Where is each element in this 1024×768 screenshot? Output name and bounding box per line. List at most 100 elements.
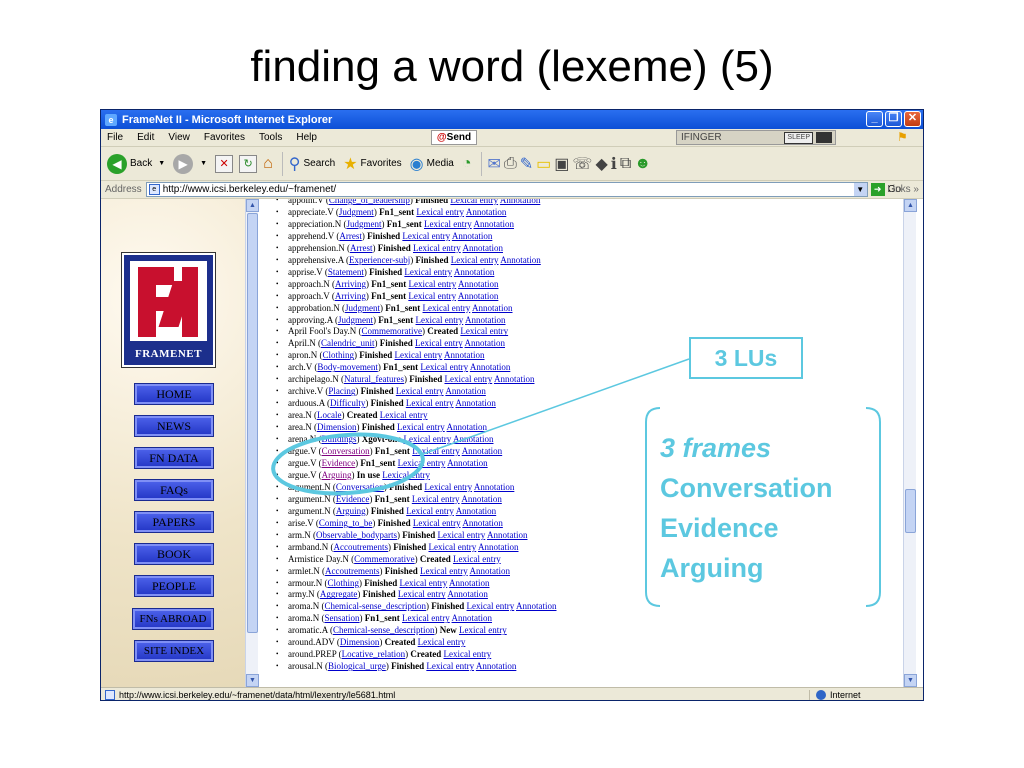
lexical-entry-link[interactable]: Lexical entry bbox=[412, 494, 460, 504]
lexical-entry-link[interactable]: Lexical entry bbox=[429, 542, 477, 552]
lexical-entry-link[interactable]: Lexical entry bbox=[460, 326, 508, 336]
menu-view[interactable]: View bbox=[168, 132, 190, 143]
frame-link[interactable]: Conversation bbox=[336, 482, 384, 492]
frame-link[interactable]: Statement bbox=[328, 267, 364, 277]
lexical-entry-link[interactable]: Lexical entry bbox=[438, 530, 486, 540]
minimize-button[interactable]: _ bbox=[866, 111, 883, 127]
lexical-entry-link[interactable]: Lexical entry bbox=[423, 303, 471, 313]
lexical-entry-link[interactable]: Lexical entry bbox=[413, 518, 461, 528]
frame-link[interactable]: Dimension bbox=[340, 637, 380, 647]
annotation-link[interactable]: Annotation bbox=[466, 207, 507, 217]
annotation-link[interactable]: Annotation bbox=[444, 350, 485, 360]
frame-link[interactable]: Aggregate bbox=[320, 589, 357, 599]
annotation-link[interactable]: Annotation bbox=[452, 231, 493, 241]
edit-icon[interactable]: ✎ bbox=[520, 154, 533, 174]
frame-link[interactable]: Change_of_leadership bbox=[329, 199, 410, 205]
menu-tools[interactable]: Tools bbox=[259, 132, 282, 143]
frame-link[interactable]: Judgment bbox=[339, 207, 374, 217]
frame-link[interactable]: Observable_bodyparts bbox=[316, 530, 397, 540]
history-icon[interactable]: ◔ bbox=[462, 155, 472, 173]
frame-link[interactable]: Evidence bbox=[336, 494, 369, 504]
frame-link[interactable]: Coming_to_be bbox=[319, 518, 373, 528]
lexical-entry-link[interactable]: Lexical entry bbox=[415, 338, 463, 348]
frame-link[interactable]: Commemorative bbox=[362, 326, 423, 336]
lexical-entry-link[interactable]: Lexical entry bbox=[420, 566, 468, 576]
annotation-link[interactable]: Annotation bbox=[461, 494, 502, 504]
frame-link[interactable]: Placing bbox=[328, 386, 355, 396]
lexical-entry-link[interactable]: Lexical entry bbox=[396, 386, 444, 396]
nav-button-people[interactable]: PEOPLE bbox=[134, 575, 214, 597]
annotation-link[interactable]: Annotation bbox=[447, 458, 488, 468]
close-button[interactable]: ✕ bbox=[904, 111, 921, 127]
lexical-entry-link[interactable]: Lexical entry bbox=[395, 350, 443, 360]
frame-link[interactable]: Arrest bbox=[339, 231, 362, 241]
annotation-link[interactable]: Annotation bbox=[456, 506, 497, 516]
annotation-link[interactable]: Annotation bbox=[478, 542, 519, 552]
frame-link[interactable]: Body-movement bbox=[317, 362, 378, 372]
lexical-entry-link[interactable]: Lexical entry bbox=[453, 554, 501, 564]
frame-link[interactable]: Arriving bbox=[335, 291, 366, 301]
frame-link[interactable]: Arrest bbox=[350, 243, 373, 253]
frame-link[interactable]: Chemical-sense_description bbox=[333, 625, 434, 635]
frame-link[interactable]: Arguing bbox=[336, 506, 366, 516]
frame-link[interactable]: Judgment bbox=[345, 303, 380, 313]
frame-link[interactable]: Accoutrements bbox=[334, 542, 388, 552]
annotation-link[interactable]: Annotation bbox=[453, 434, 494, 444]
lexical-entry-link[interactable]: Lexical entry bbox=[412, 446, 460, 456]
frame-link[interactable]: Arguing bbox=[322, 470, 352, 480]
chevron-down-icon[interactable]: ▼ bbox=[853, 183, 867, 196]
lexical-entry-link[interactable]: Lexical entry bbox=[416, 207, 464, 217]
frame-link[interactable]: Locale bbox=[317, 410, 341, 420]
lexical-entry-link[interactable]: Lexical entry bbox=[418, 637, 466, 647]
lexical-entry-link[interactable]: Lexical entry bbox=[406, 398, 454, 408]
nav-button-book[interactable]: BOOK bbox=[134, 543, 214, 565]
frame-link[interactable]: Judgment bbox=[346, 219, 381, 229]
lexical-entry-link[interactable]: Lexical entry bbox=[397, 422, 445, 432]
mail-icon[interactable]: ✉ bbox=[488, 154, 501, 174]
frame-link[interactable]: Clothing bbox=[323, 350, 355, 360]
lexical-entry-link[interactable]: Lexical entry bbox=[450, 199, 498, 205]
lexical-entry-link[interactable]: Lexical entry bbox=[406, 506, 454, 516]
frame-link[interactable]: Evidence bbox=[322, 458, 355, 468]
nav-button-home[interactable]: HOME bbox=[134, 383, 214, 405]
annotation-link[interactable]: Annotation bbox=[462, 518, 503, 528]
lexical-entry-link[interactable]: Lexical entry bbox=[402, 231, 450, 241]
lexical-entry-link[interactable]: Lexical entry bbox=[382, 470, 430, 480]
frame-link[interactable]: Conversation bbox=[322, 446, 370, 456]
ifinger-icon[interactable]: ℹ bbox=[611, 154, 617, 174]
nav-button-site-index[interactable]: SITE INDEX bbox=[134, 640, 214, 662]
lexical-entry-link[interactable]: Lexical entry bbox=[451, 255, 499, 265]
menu-help[interactable]: Help bbox=[296, 132, 317, 143]
links-button[interactable]: Links » bbox=[887, 184, 919, 195]
frame-link[interactable]: Biological_urge bbox=[328, 661, 386, 671]
annotation-link[interactable]: Annotation bbox=[463, 243, 504, 253]
scroll-down-icon[interactable]: ▼ bbox=[904, 674, 917, 687]
ifinger-bar[interactable]: IFINGER SLEEP bbox=[676, 130, 836, 145]
menu-edit[interactable]: Edit bbox=[137, 132, 154, 143]
nav-button-papers[interactable]: PAPERS bbox=[134, 511, 214, 533]
frame-link[interactable]: Commemorative bbox=[354, 554, 415, 564]
folder-icon[interactable]: ▭ bbox=[536, 154, 551, 174]
annotation-link[interactable]: Annotation bbox=[465, 338, 506, 348]
lexical-entry-link[interactable]: Lexical entry bbox=[424, 482, 472, 492]
frame-link[interactable]: Accoutrements bbox=[325, 566, 379, 576]
lexical-entry-link[interactable]: Lexical entry bbox=[402, 613, 450, 623]
frame-link[interactable]: Locative_relation bbox=[342, 649, 405, 659]
right-scrollbar[interactable]: ▲ ▼ bbox=[903, 199, 917, 687]
annotation-link[interactable]: Annotation bbox=[516, 601, 557, 611]
annotation-link[interactable]: Annotation bbox=[500, 255, 541, 265]
discuss-icon[interactable]: ▣ bbox=[554, 154, 569, 174]
annotation-link[interactable]: Annotation bbox=[470, 362, 511, 372]
forward-button[interactable]: ▶ ▼ bbox=[173, 153, 207, 174]
annotation-link[interactable]: Annotation bbox=[500, 199, 541, 205]
menu-favorites[interactable]: Favorites bbox=[204, 132, 245, 143]
media-button[interactable]: ◉ Media bbox=[410, 154, 454, 174]
scroll-thumb[interactable] bbox=[247, 213, 258, 633]
annotation-link[interactable]: Annotation bbox=[472, 303, 513, 313]
frame-link[interactable]: Sensation bbox=[325, 613, 360, 623]
annotation-link[interactable]: Annotation bbox=[447, 589, 488, 599]
lexical-entry-link[interactable]: Lexical entry bbox=[409, 279, 457, 289]
research-icon[interactable]: ◆ bbox=[595, 154, 607, 174]
lexical-entry-link[interactable]: Lexical entry bbox=[400, 578, 448, 588]
dropdown-arrow-icon[interactable]: ▼ bbox=[200, 160, 207, 167]
